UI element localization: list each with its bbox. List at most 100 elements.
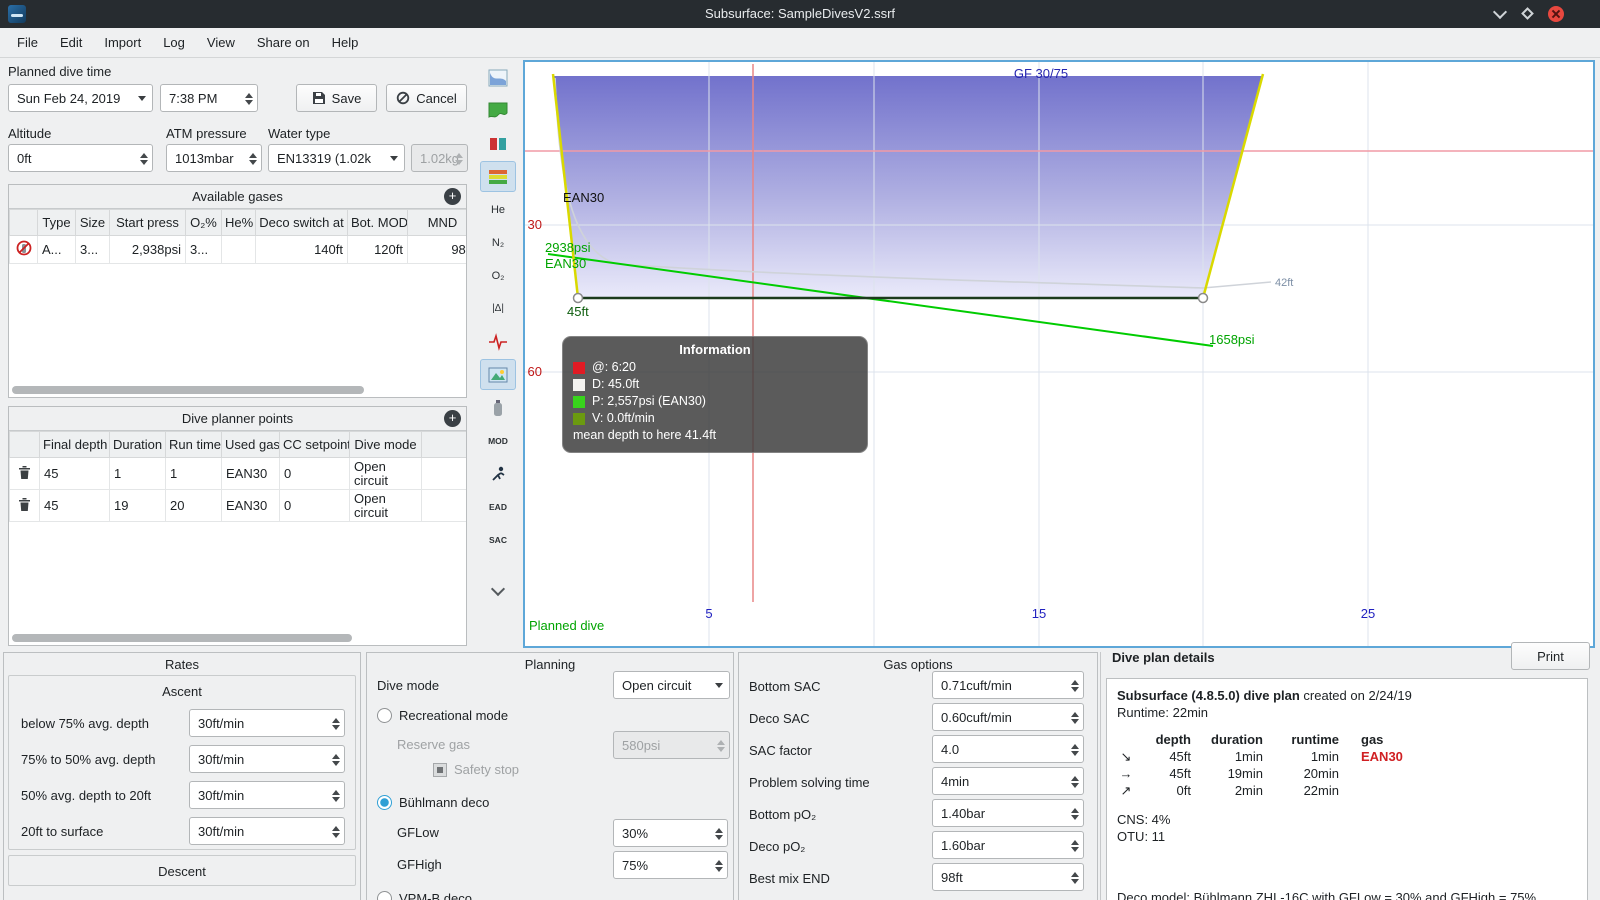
spinner-arrows[interactable] bbox=[140, 149, 148, 169]
toggle-phe-button[interactable]: He bbox=[480, 194, 516, 225]
toggle-heatmap-button[interactable] bbox=[480, 161, 516, 192]
date-value: Sun Feb 24, 2019 bbox=[17, 90, 121, 106]
vpmb-deco-radio[interactable] bbox=[377, 891, 392, 900]
deco-po2-spinner[interactable]: 1.60bar bbox=[932, 831, 1084, 859]
toggle-tank-bar-button[interactable] bbox=[480, 392, 516, 423]
gfhigh-spinner[interactable]: 75% bbox=[613, 851, 728, 879]
reserve-gas-spinner: 580psi bbox=[613, 731, 730, 759]
trash-icon[interactable] bbox=[9, 489, 40, 522]
toggle-pn2-button[interactable]: N₂ bbox=[480, 227, 516, 258]
point-row: 45 19 20 EAN30 0 Open circuit bbox=[9, 489, 466, 522]
menu-help[interactable]: Help bbox=[321, 28, 370, 57]
menu-view[interactable]: View bbox=[196, 28, 246, 57]
toggle-profile-graph-button[interactable] bbox=[480, 62, 516, 93]
plan-table: depth duration runtime gas ↘ 45ft 1min 1… bbox=[1117, 731, 1577, 799]
diver-icon bbox=[492, 466, 505, 481]
buhlmann-deco-radio[interactable] bbox=[377, 795, 392, 810]
best-mix-end-spinner[interactable]: 98ft bbox=[932, 863, 1084, 891]
toggle-photos-button[interactable] bbox=[480, 359, 516, 390]
toggle-tissues-button[interactable] bbox=[480, 128, 516, 159]
spinner-arrows[interactable] bbox=[1071, 836, 1079, 856]
time-tick-5: 5 bbox=[705, 606, 712, 621]
titlebar: Subsurface: SampleDivesV2.ssrf bbox=[0, 0, 1600, 28]
problem-time-label: Problem solving time bbox=[749, 775, 870, 790]
ascent-rate-3-spinner[interactable]: 30ft/min bbox=[189, 781, 345, 809]
spinner-arrows[interactable] bbox=[249, 149, 257, 169]
trash-icon[interactable] bbox=[9, 457, 40, 490]
dive-mode-select[interactable]: Open circuit bbox=[613, 671, 730, 699]
horizontal-scrollbar[interactable] bbox=[12, 386, 364, 394]
toggle-calculated-ceiling-button[interactable] bbox=[480, 95, 516, 126]
sac-factor-spinner[interactable]: 4.0 bbox=[932, 735, 1084, 763]
descent-group: Descent bbox=[8, 855, 356, 886]
minimize-icon[interactable] bbox=[1492, 4, 1508, 22]
atm-pressure-spinner[interactable]: 1013mbar bbox=[166, 144, 262, 172]
toggle-po2-button[interactable]: O₂ bbox=[480, 260, 516, 291]
bottom-depth-label: 45ft bbox=[567, 304, 589, 319]
bottom-sac-spinner[interactable]: 0.71cuft/min bbox=[932, 671, 1084, 699]
vpmb-deco-label[interactable]: VPM-B deco bbox=[399, 891, 472, 900]
ascent-rate-4-spinner[interactable]: 30ft/min bbox=[189, 817, 345, 845]
add-point-button[interactable]: + bbox=[444, 410, 461, 427]
spinner-arrows[interactable] bbox=[332, 750, 340, 770]
spinner-arrows[interactable] bbox=[1071, 772, 1079, 792]
best-mix-end-label: Best mix END bbox=[749, 871, 830, 886]
spinner-arrows[interactable] bbox=[715, 824, 723, 844]
time-spinner[interactable]: 7:38 PM bbox=[160, 84, 258, 112]
toggle-ead-button[interactable]: EAD bbox=[480, 491, 516, 522]
ascent-rate-2-spinner[interactable]: 30ft/min bbox=[189, 745, 345, 773]
dive-plan-details-text: Subsurface (4.8.5.0) dive plan created o… bbox=[1106, 678, 1588, 900]
spinner-arrows bbox=[717, 736, 725, 756]
altitude-spinner[interactable]: 0ft bbox=[8, 144, 153, 172]
spinner-arrows[interactable] bbox=[245, 89, 253, 109]
depth-tick-60: 60 bbox=[528, 364, 542, 379]
ascent-rate-1-spinner[interactable]: 30ft/min bbox=[189, 709, 345, 737]
buhlmann-deco-label[interactable]: Bühlmann deco bbox=[399, 795, 489, 811]
menu-edit[interactable]: Edit bbox=[49, 28, 93, 57]
save-button[interactable]: Save bbox=[296, 84, 377, 112]
toggle-mod-button[interactable]: MOD bbox=[480, 425, 516, 456]
recreational-mode-label[interactable]: Recreational mode bbox=[399, 708, 508, 724]
water-type-select[interactable]: EN13319 (1.02k bbox=[268, 144, 405, 172]
menu-file[interactable]: File bbox=[6, 28, 49, 57]
cylinder-icon[interactable] bbox=[9, 235, 38, 264]
spinner-arrows[interactable] bbox=[332, 786, 340, 806]
date-picker[interactable]: Sun Feb 24, 2019 bbox=[8, 84, 153, 112]
descend-arrow-icon: ↘ bbox=[1120, 749, 1132, 764]
scroll-toolbar-down-button[interactable] bbox=[480, 573, 516, 604]
spinner-arrows[interactable] bbox=[332, 714, 340, 734]
rates-title: Rates bbox=[165, 657, 199, 672]
toggle-heartrate-button[interactable] bbox=[480, 326, 516, 357]
salinity-spinner: 1.02kg bbox=[411, 144, 468, 172]
spinner-arrows[interactable] bbox=[1071, 740, 1079, 760]
spinner-arrows[interactable] bbox=[1071, 676, 1079, 696]
spinner-arrows[interactable] bbox=[1071, 804, 1079, 824]
spinner-arrows[interactable] bbox=[1071, 708, 1079, 728]
waypoint-handle[interactable] bbox=[572, 292, 584, 304]
toggle-diver-button[interactable] bbox=[480, 458, 516, 489]
maximize-icon[interactable] bbox=[1520, 6, 1536, 22]
menu-import[interactable]: Import bbox=[93, 28, 152, 57]
spinner-arrows[interactable] bbox=[332, 822, 340, 842]
problem-time-spinner[interactable]: 4min bbox=[932, 767, 1084, 795]
bottom-po2-spinner[interactable]: 1.40bar bbox=[932, 799, 1084, 827]
dive-profile-chart[interactable]: GF 30/75 30 60 5 15 25 EAN30 2938psi EAN… bbox=[523, 60, 1595, 648]
deco-sac-spinner[interactable]: 0.60cuft/min bbox=[932, 703, 1084, 731]
menu-share-on[interactable]: Share on bbox=[246, 28, 321, 57]
add-gas-button[interactable]: + bbox=[444, 188, 461, 205]
horizontal-scrollbar[interactable] bbox=[12, 634, 352, 642]
otu-value: OTU: 11 bbox=[1117, 829, 1166, 844]
safety-stop-checkbox bbox=[433, 763, 447, 777]
waypoint-handle[interactable] bbox=[1197, 292, 1209, 304]
spinner-arrows[interactable] bbox=[1071, 868, 1079, 888]
menu-log[interactable]: Log bbox=[152, 28, 196, 57]
cancel-button[interactable]: Cancel bbox=[386, 84, 467, 112]
print-button[interactable]: Print bbox=[1511, 642, 1590, 670]
recreational-mode-radio[interactable] bbox=[377, 708, 392, 723]
spinner-arrows[interactable] bbox=[715, 856, 723, 876]
toggle-ruler-button[interactable]: |Δ| bbox=[480, 293, 516, 324]
planner-points-title: Dive planner points bbox=[181, 411, 294, 426]
close-icon[interactable] bbox=[1548, 6, 1564, 22]
gflow-spinner[interactable]: 30% bbox=[613, 819, 728, 847]
toggle-sac-button[interactable]: SAC bbox=[480, 524, 516, 555]
